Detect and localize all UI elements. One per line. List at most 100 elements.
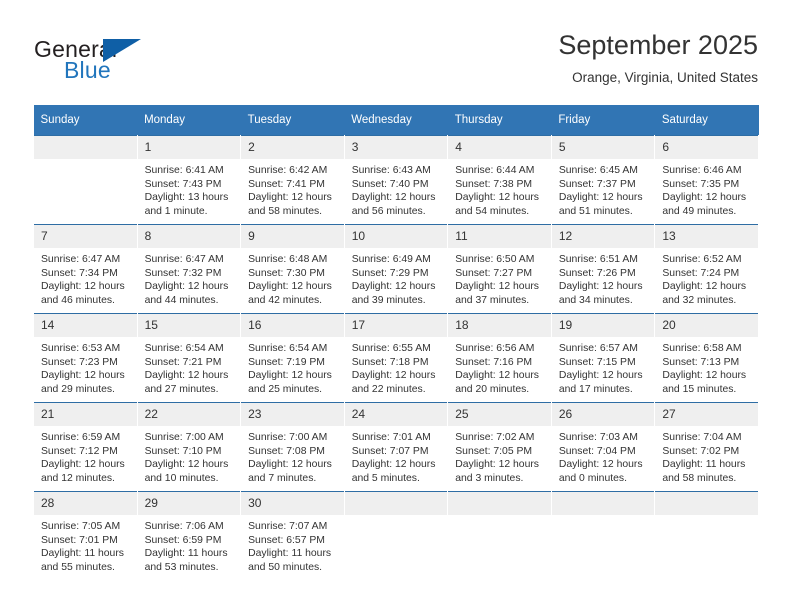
day-number: 15 [137,314,241,337]
sunset-text: Sunset: 7:10 PM [144,445,222,457]
day-number: 14 [34,314,137,337]
calendar-day-cell[interactable]: 9 Sunrise: 6:48 AM Sunset: 7:30 PM Daylight… [240,224,345,314]
sunset-text: Sunset: 7:38 PM [455,178,533,190]
daylight-text: Daylight: 12 hours and 17 minutes. [558,370,643,395]
daylight-text: Daylight: 11 hours and 55 minutes. [41,548,124,573]
calendar-day-cell[interactable]: 8 Sunrise: 6:47 AM Sunset: 7:32 PM Daylight… [136,224,242,314]
daylight-text: Daylight: 12 hours and 3 minutes. [455,459,539,484]
calendar-day-cell[interactable]: 22 Sunrise: 7:00 AM Sunset: 7:10 PM Dayligh… [136,402,242,492]
weekday-header-tuesday: Tuesday [240,105,345,136]
general-blue-logo[interactable]: General Blue [34,36,224,92]
sun-info: Sunrise: 6:58 AM Sunset: 7:13 PM Daylight:… [655,337,758,396]
calendar-day-cell[interactable]: 7 Sunrise: 6:47 AM Sunset: 7:34 PM Daylight… [33,224,138,314]
sun-info: Sunrise: 7:04 AM Sunset: 7:02 PM Daylight:… [655,426,758,485]
sun-info: Sunrise: 7:01 AM Sunset: 7:07 PM Daylight:… [345,426,448,485]
sunset-text: Sunset: 7:08 PM [248,445,325,457]
sunset-text: Sunset: 6:59 PM [144,534,222,546]
calendar-day-cell[interactable]: 25 Sunrise: 7:02 AM Sunset: 7:05 PM Dayligh… [447,402,552,492]
calendar-day-cell[interactable]: 23 Sunrise: 7:00 AM Sunset: 7:08 PM Dayligh… [240,402,345,492]
calendar-day-cell[interactable]: 21 Sunrise: 6:59 AM Sunset: 7:12 PM Dayligh… [33,402,138,492]
calendar-week-row: 7 Sunrise: 6:47 AM Sunset: 7:34 PM Daylight… [33,224,759,314]
sunset-text: Sunset: 7:23 PM [41,356,118,368]
calendar-day-cell[interactable]: 11 Sunrise: 6:50 AM Sunset: 7:27 PM Dayligh… [447,224,552,314]
calendar-day-cell[interactable]: 13 Sunrise: 6:52 AM Sunset: 7:24 PM Dayligh… [654,224,759,314]
calendar-day-cell[interactable]: 28 Sunrise: 7:05 AM Sunset: 7:01 PM Dayligh… [33,491,138,580]
day-number: 4 [448,136,551,159]
day-number [34,136,137,159]
calendar-day-cell[interactable]: 20 Sunrise: 6:58 AM Sunset: 7:13 PM Dayligh… [654,313,759,403]
calendar-day-cell[interactable]: 19 Sunrise: 6:57 AM Sunset: 7:15 PM Dayligh… [550,313,656,403]
daylight-text: Daylight: 12 hours and 7 minutes. [248,459,332,484]
sun-info: Sunrise: 6:52 AM Sunset: 7:24 PM Daylight:… [655,248,758,307]
calendar-table: Sunday Monday Tuesday Wednesday Thursday… [33,105,759,580]
sunset-text: Sunset: 7:19 PM [248,356,325,368]
daylight-text: Daylight: 12 hours and 32 minutes. [662,281,747,306]
sunrise-text: Sunrise: 7:01 AM [351,432,431,443]
sunrise-text: Sunrise: 6:45 AM [558,165,638,176]
sun-info: Sunrise: 7:03 AM Sunset: 7:04 PM Daylight:… [552,426,655,485]
calendar-day-cell[interactable]: 6 Sunrise: 6:46 AM Sunset: 7:35 PM Daylight… [654,135,759,225]
sun-info: Sunrise: 6:51 AM Sunset: 7:26 PM Daylight:… [552,248,655,307]
sunset-text: Sunset: 7:01 PM [41,534,118,546]
sun-info: Sunrise: 6:45 AM Sunset: 7:37 PM Daylight:… [552,159,655,218]
sun-info: Sunrise: 6:54 AM Sunset: 7:21 PM Daylight:… [138,337,241,396]
sun-info: Sunrise: 6:50 AM Sunset: 7:27 PM Daylight:… [448,248,551,307]
sun-info: Sunrise: 7:00 AM Sunset: 7:10 PM Daylight:… [138,426,241,485]
sun-info: Sunrise: 6:44 AM Sunset: 7:38 PM Daylight:… [448,159,551,218]
daylight-text: Daylight: 12 hours and 44 minutes. [144,281,229,306]
daylight-text: Daylight: 12 hours and 10 minutes. [144,459,229,484]
sunrise-text: Sunrise: 7:03 AM [558,432,638,443]
weekday-header-saturday: Saturday [654,105,759,136]
sun-info: Sunrise: 7:06 AM Sunset: 6:59 PM Daylight:… [138,515,241,574]
day-number: 1 [137,136,241,159]
day-number: 30 [241,492,344,515]
day-number: 8 [137,225,241,248]
sun-info: Sunrise: 7:07 AM Sunset: 6:57 PM Daylight:… [241,515,344,574]
day-number: 22 [137,403,241,426]
calendar-day-cell[interactable]: 24 Sunrise: 7:01 AM Sunset: 7:07 PM Dayligh… [343,402,449,492]
calendar-day-cell[interactable]: 29 Sunrise: 7:06 AM Sunset: 6:59 PM Dayligh… [136,491,242,580]
weekday-header-thursday: Thursday [447,105,552,136]
calendar-day-cell[interactable]: 5 Sunrise: 6:45 AM Sunset: 7:37 PM Daylight… [550,135,656,225]
day-number [655,492,758,515]
day-number: 16 [241,314,344,337]
calendar-day-cell[interactable]: 3 Sunrise: 6:43 AM Sunset: 7:40 PM Daylight… [343,135,449,225]
calendar-day-cell[interactable]: 15 Sunrise: 6:54 AM Sunset: 7:21 PM Dayligh… [136,313,242,403]
sun-info: Sunrise: 6:59 AM Sunset: 7:12 PM Daylight:… [34,426,137,485]
sunset-text: Sunset: 7:37 PM [558,178,636,190]
calendar-day-cell[interactable]: 4 Sunrise: 6:44 AM Sunset: 7:38 PM Daylight… [447,135,552,225]
sunrise-text: Sunrise: 6:51 AM [558,254,638,265]
calendar-day-cell[interactable]: 30 Sunrise: 7:07 AM Sunset: 6:57 PM Dayligh… [240,491,345,580]
sun-info: Sunrise: 6:53 AM Sunset: 7:23 PM Daylight:… [34,337,137,396]
logo-text-blue: Blue [64,57,111,83]
calendar-day-cell[interactable]: 18 Sunrise: 6:56 AM Sunset: 7:16 PM Dayligh… [447,313,552,403]
daylight-text: Daylight: 12 hours and 37 minutes. [455,281,539,306]
sunset-text: Sunset: 7:05 PM [455,445,533,457]
sunset-text: Sunset: 7:24 PM [662,267,740,279]
day-number: 24 [344,403,448,426]
day-number: 6 [655,136,758,159]
calendar-day-cell[interactable]: 12 Sunrise: 6:51 AM Sunset: 7:26 PM Dayligh… [550,224,656,314]
calendar-cell-empty [550,491,656,580]
calendar-day-cell[interactable]: 10 Sunrise: 6:49 AM Sunset: 7:29 PM Dayligh… [343,224,449,314]
calendar-day-cell[interactable]: 17 Sunrise: 6:55 AM Sunset: 7:18 PM Dayligh… [343,313,449,403]
calendar-cell-empty [447,491,552,580]
sunrise-text: Sunrise: 7:02 AM [455,432,535,443]
calendar-day-cell[interactable]: 26 Sunrise: 7:03 AM Sunset: 7:04 PM Dayligh… [550,402,656,492]
sunset-text: Sunset: 6:57 PM [248,534,325,546]
sunset-text: Sunset: 7:16 PM [455,356,533,368]
calendar-day-cell[interactable]: 16 Sunrise: 6:54 AM Sunset: 7:19 PM Dayligh… [240,313,345,403]
day-number: 29 [137,492,241,515]
page-title: September 2025 [558,30,758,60]
calendar-day-cell[interactable]: 14 Sunrise: 6:53 AM Sunset: 7:23 PM Dayligh… [33,313,138,403]
day-number [448,492,551,515]
daylight-text: Daylight: 12 hours and 12 minutes. [41,459,125,484]
calendar-day-cell[interactable]: 27 Sunrise: 7:04 AM Sunset: 7:02 PM Dayligh… [654,402,759,492]
weekday-header-sunday: Sunday [33,105,138,136]
calendar-day-cell[interactable]: 1 Sunrise: 6:41 AM Sunset: 7:43 PM Daylight… [136,135,242,225]
sunset-text: Sunset: 7:34 PM [41,267,118,279]
weekday-header-wednesday: Wednesday [344,105,448,136]
sunrise-text: Sunrise: 6:49 AM [351,254,431,265]
sunrise-text: Sunrise: 7:00 AM [144,432,224,443]
calendar-day-cell[interactable]: 2 Sunrise: 6:42 AM Sunset: 7:41 PM Daylight… [240,135,345,225]
